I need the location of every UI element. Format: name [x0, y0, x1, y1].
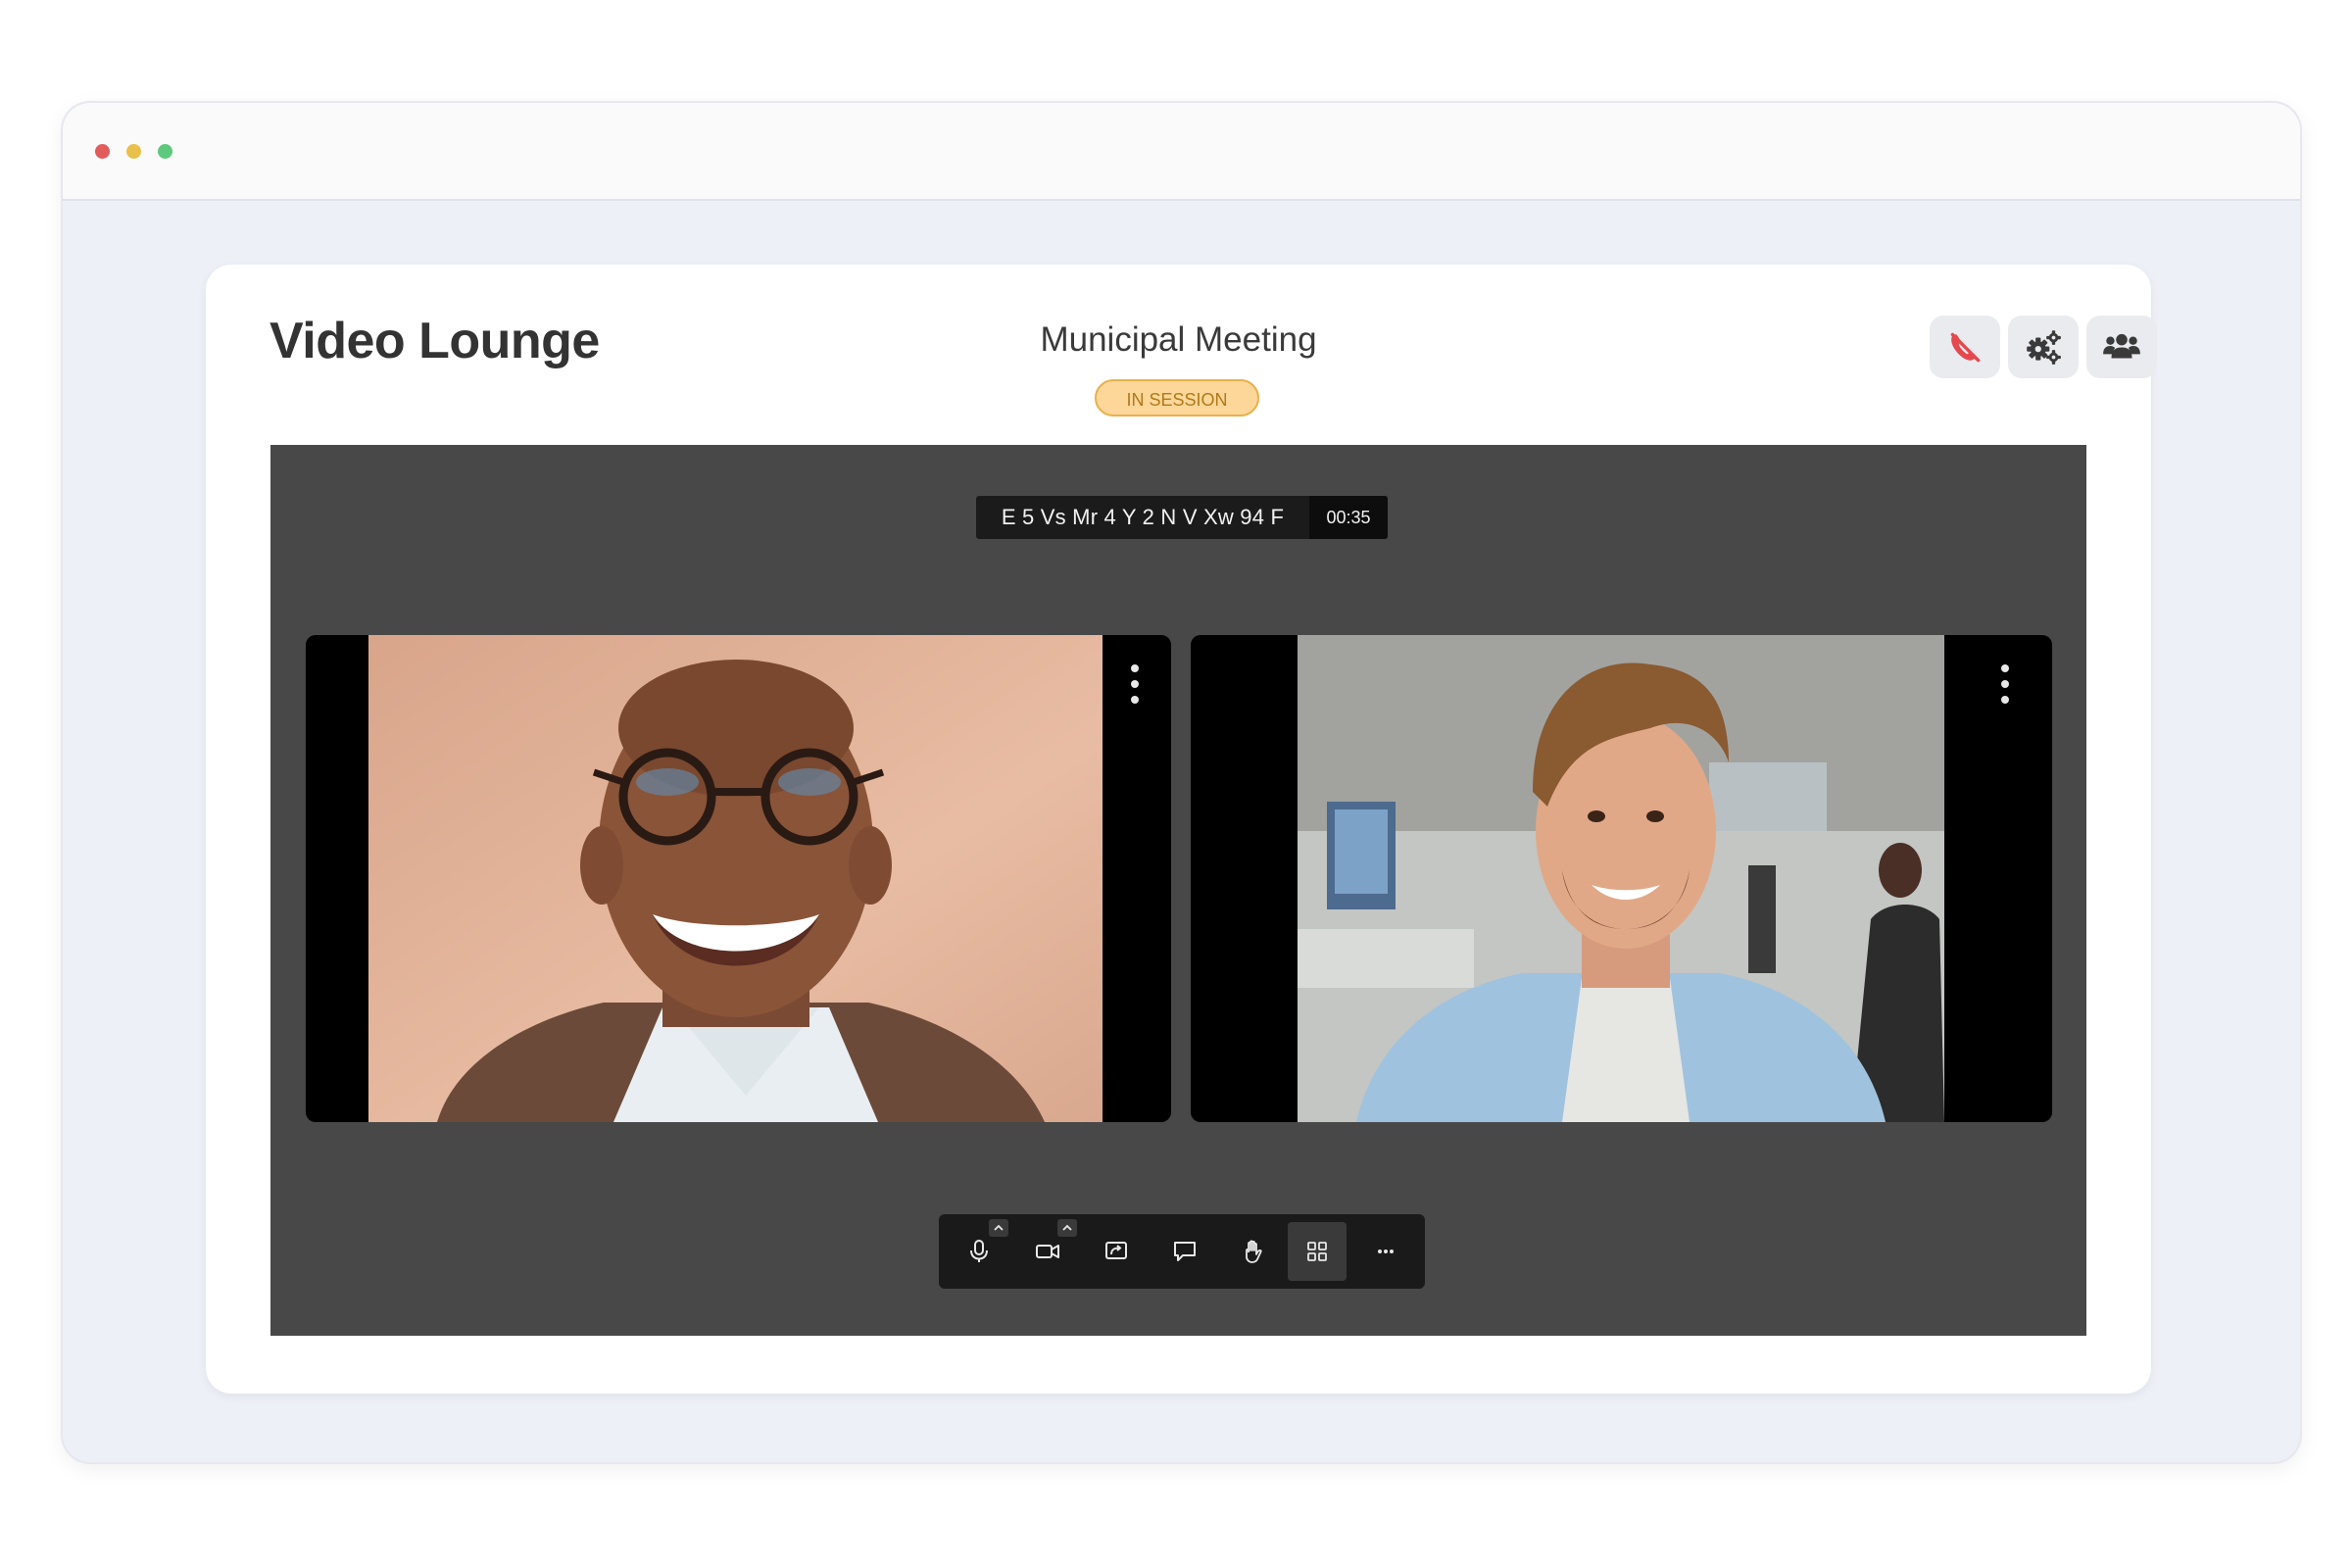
- window-minimize-dot[interactable]: [126, 144, 141, 159]
- raise-hand-button[interactable]: [1224, 1222, 1283, 1281]
- call-timer: 00:35: [1309, 496, 1388, 539]
- participants-button[interactable]: [2086, 316, 2157, 378]
- users-icon: [2103, 333, 2140, 359]
- gears-icon: [2027, 330, 2061, 365]
- participant-tile[interactable]: [1191, 635, 2052, 1122]
- microphone-icon: [970, 1240, 988, 1262]
- window-close-dot[interactable]: [95, 144, 110, 159]
- call-toolbar: [939, 1214, 1425, 1289]
- room-info-bar: E 5 Vs Mr 4 Y 2 N V Xw 94 F 00:35: [976, 496, 1388, 539]
- camera-options-button[interactable]: [1057, 1219, 1077, 1237]
- raise-hand-icon: [1246, 1240, 1262, 1263]
- room-id: E 5 Vs Mr 4 Y 2 N V Xw 94 F: [1001, 505, 1285, 529]
- status-badge: IN SESSION: [1095, 379, 1259, 416]
- meeting-name: Municipal Meeting: [1040, 320, 1317, 359]
- screen-share-button[interactable]: [1087, 1222, 1146, 1281]
- participant-menu-button[interactable]: [1995, 664, 2015, 704]
- hang-up-button[interactable]: [1930, 316, 2000, 378]
- more-horizontal-icon: [1378, 1250, 1394, 1253]
- video-lounge-card: Video Lounge Municipal Meeting IN SESSIO…: [206, 265, 2157, 1394]
- grid-view-button[interactable]: [1288, 1222, 1347, 1281]
- chevron-up-icon: [1062, 1224, 1072, 1231]
- settings-button[interactable]: [2008, 316, 2079, 378]
- window-titlebar: [63, 103, 2300, 201]
- chat-icon: [1174, 1242, 1196, 1261]
- camera-icon: [1036, 1245, 1059, 1258]
- browser-window: Video Lounge Municipal Meeting IN SESSIO…: [63, 103, 2300, 1462]
- video-stage: E 5 Vs Mr 4 Y 2 N V Xw 94 F 00:35: [270, 445, 2086, 1336]
- participant-menu-button[interactable]: [1125, 664, 1145, 704]
- screen-share-icon: [1105, 1242, 1127, 1259]
- participant-video: [368, 635, 1102, 1122]
- chat-button[interactable]: [1155, 1222, 1214, 1281]
- chevron-up-icon: [994, 1224, 1004, 1231]
- microphone-options-button[interactable]: [989, 1219, 1008, 1237]
- grid-view-icon: [1307, 1242, 1327, 1261]
- more-options-button[interactable]: [1356, 1222, 1415, 1281]
- window-maximize-dot[interactable]: [158, 144, 172, 159]
- participant-tile[interactable]: [306, 635, 1171, 1122]
- participant-video: [1298, 635, 1944, 1122]
- phone-hangup-icon: [1950, 332, 1981, 363]
